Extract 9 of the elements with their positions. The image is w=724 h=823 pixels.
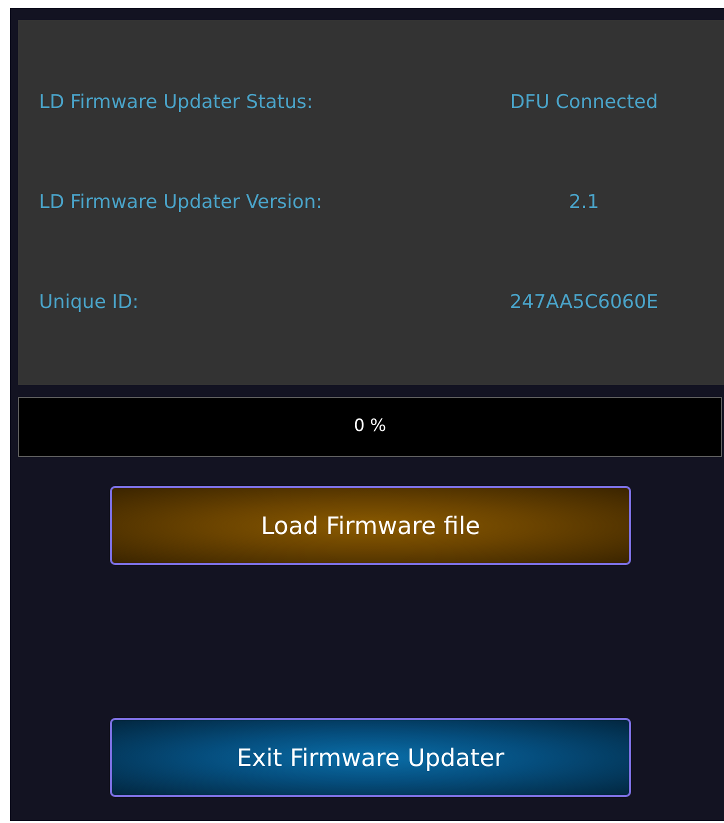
info-label: LD Firmware Updater Version: (39, 190, 324, 216)
info-label: LD Firmware Updater Status: (39, 90, 314, 116)
load-file-button[interactable]: Load Firmware file (110, 486, 631, 565)
exit-button[interactable]: Exit Firmware Updater (110, 718, 631, 797)
info-label: Unique ID: (39, 290, 140, 316)
info-value: DFU Connected (509, 90, 659, 116)
progress-reading: 0 % (354, 415, 386, 438)
info-value: 247AA5C6060E (508, 290, 660, 316)
info-value: 2.1 (568, 190, 600, 216)
